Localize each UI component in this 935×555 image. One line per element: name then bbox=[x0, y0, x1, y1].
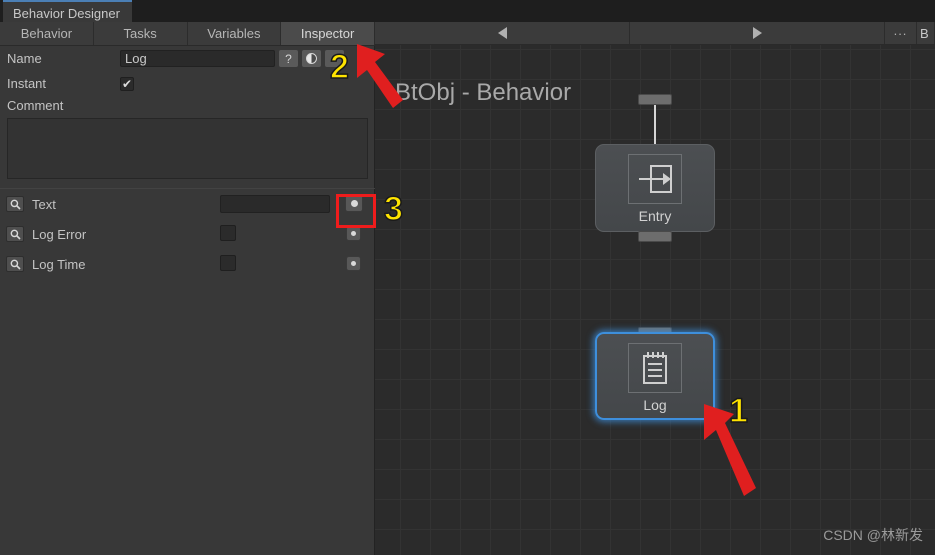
inspector-panel: Behavior Tasks Variables Inspector Name … bbox=[0, 22, 375, 555]
variable-row-text: Text bbox=[0, 189, 375, 219]
marker-2: 2 bbox=[329, 48, 349, 86]
comment-label: Comment bbox=[7, 98, 64, 113]
graph-toolbar: ... B bbox=[375, 22, 935, 45]
dock-tab-behavior-designer[interactable]: Behavior Designer bbox=[3, 0, 132, 22]
search-icon[interactable] bbox=[6, 256, 24, 272]
marker-3: 3 bbox=[383, 190, 403, 228]
log-node[interactable]: Log bbox=[595, 332, 715, 420]
entry-node-bottom-connector[interactable] bbox=[638, 231, 672, 242]
variable-label-log-time: Log Time bbox=[32, 256, 86, 272]
search-icon[interactable] bbox=[6, 226, 24, 242]
instant-label: Instant bbox=[7, 76, 47, 91]
graph-title: BtObj - Behavior bbox=[395, 79, 572, 106]
triangle-left-icon bbox=[497, 27, 507, 39]
log-error-checkbox[interactable] bbox=[220, 225, 236, 241]
picker-dot-glyph bbox=[351, 231, 356, 236]
instant-row: Instant ✔ bbox=[0, 71, 375, 96]
entry-node-output-connector[interactable] bbox=[638, 94, 672, 105]
triangle-right-icon bbox=[752, 27, 762, 39]
picker-dot-glyph bbox=[351, 261, 356, 266]
object-picker-icon-log-error[interactable] bbox=[346, 226, 361, 241]
graph-edge-label[interactable]: B bbox=[917, 22, 935, 44]
marker-1: 1 bbox=[728, 392, 748, 430]
search-icon[interactable] bbox=[6, 196, 24, 212]
half-circle-glyph bbox=[306, 53, 317, 64]
notepad-icon bbox=[628, 343, 682, 393]
variable-row-log-error: Log Error bbox=[0, 219, 375, 249]
comment-textarea[interactable] bbox=[7, 118, 368, 179]
window-tabbar: Behavior Designer bbox=[0, 0, 935, 22]
name-label: Name bbox=[7, 51, 42, 66]
log-node-label: Log bbox=[643, 397, 667, 413]
inspector-tabstrip: Behavior Tasks Variables Inspector bbox=[0, 22, 375, 46]
name-row: Name Log ? bbox=[0, 46, 375, 71]
graph-forward-button[interactable] bbox=[630, 22, 885, 44]
enter-arrow-icon bbox=[628, 154, 682, 204]
entry-node-label: Entry bbox=[638, 208, 672, 224]
highlight-box-object-picker bbox=[336, 194, 376, 228]
entry-node[interactable]: Entry bbox=[595, 144, 715, 232]
name-input[interactable]: Log bbox=[120, 50, 275, 67]
variable-row-log-time: Log Time bbox=[0, 249, 375, 279]
graph-back-button[interactable] bbox=[375, 22, 630, 44]
tab-behavior[interactable]: Behavior bbox=[0, 22, 94, 45]
help-icon[interactable]: ? bbox=[279, 50, 298, 67]
behavior-designer-window: Behavior Designer Behavior Tasks Variabl… bbox=[0, 0, 935, 555]
object-picker-icon-log-time[interactable] bbox=[346, 256, 361, 271]
tab-variables[interactable]: Variables bbox=[188, 22, 282, 45]
variable-label-text: Text bbox=[32, 196, 56, 212]
variable-label-log-error: Log Error bbox=[32, 226, 87, 242]
tab-inspector[interactable]: Inspector bbox=[281, 22, 375, 45]
graph-overflow-button[interactable]: ... bbox=[885, 22, 917, 44]
inspector-form: Name Log ? Instant ✔ Comment Text Log Er… bbox=[0, 46, 375, 279]
log-time-checkbox[interactable] bbox=[220, 255, 236, 271]
contrast-icon[interactable] bbox=[302, 50, 321, 67]
graph-canvas[interactable]: BtObj - Behavior Entry Log CSDN @林新发 bbox=[375, 22, 935, 555]
text-value-input[interactable] bbox=[220, 195, 330, 213]
tab-tasks[interactable]: Tasks bbox=[94, 22, 188, 45]
instant-checkbox[interactable]: ✔ bbox=[120, 76, 134, 91]
watermark: CSDN @林新发 bbox=[823, 527, 923, 543]
